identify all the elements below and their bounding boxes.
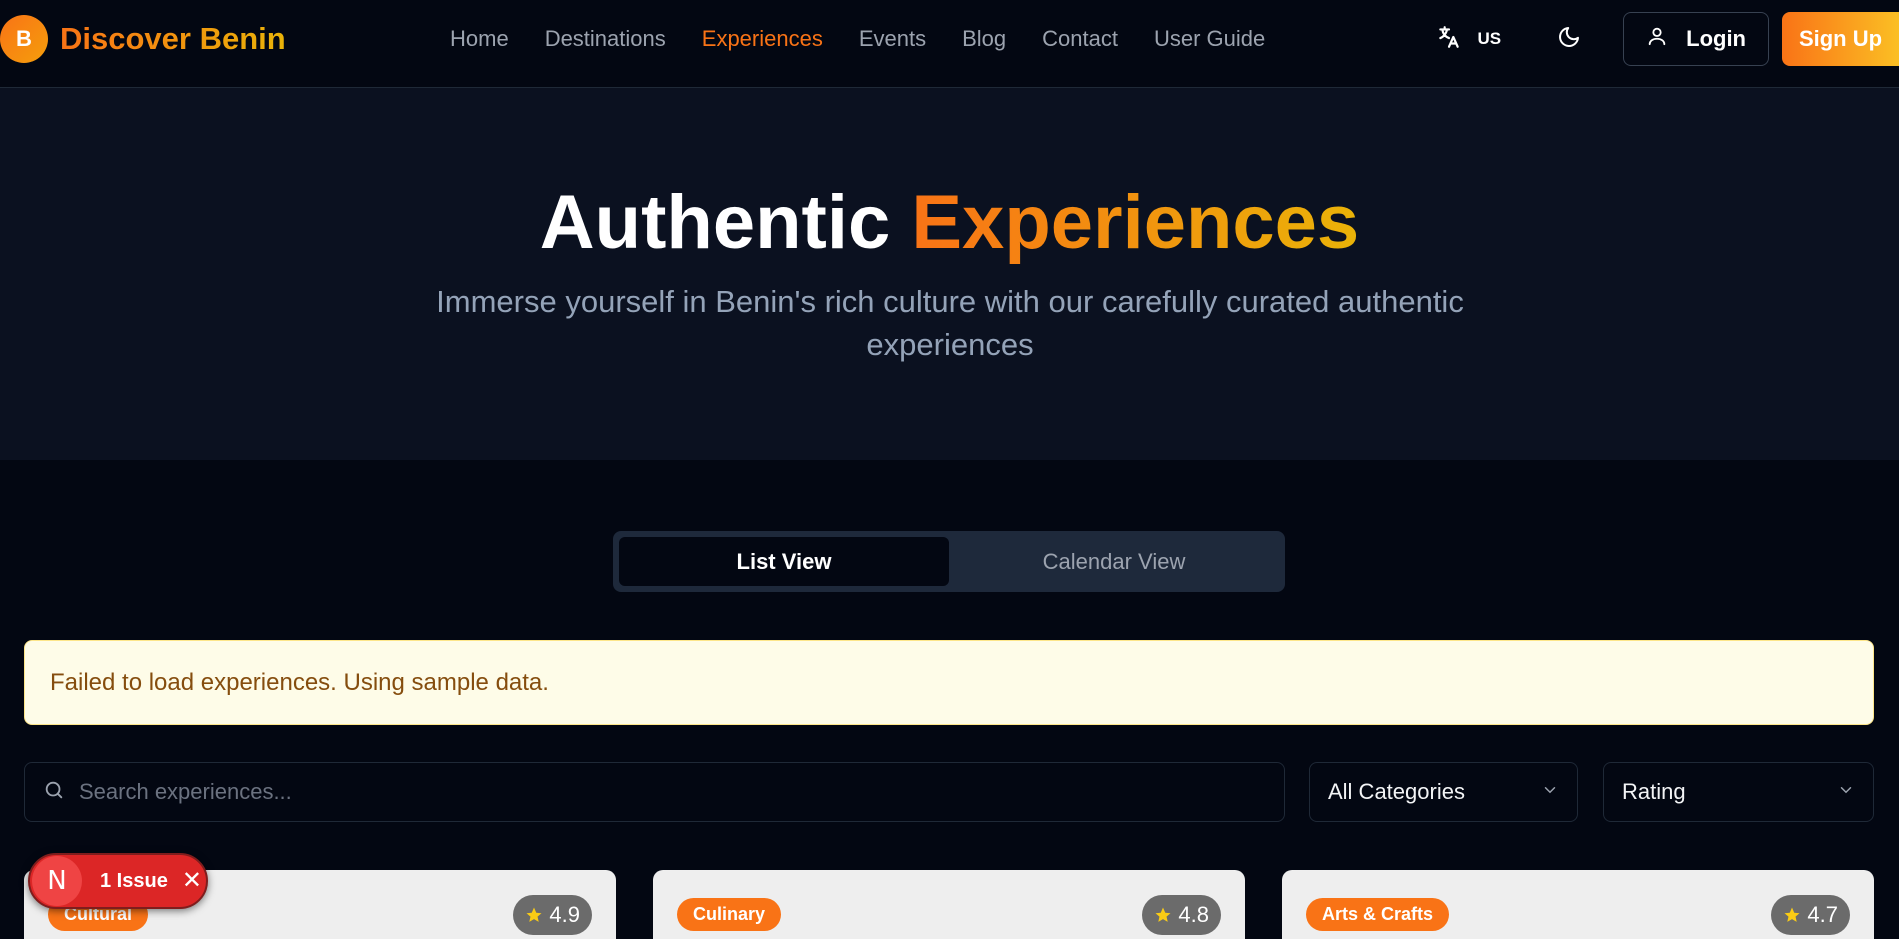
rating-value: 4.8 (1178, 902, 1209, 927)
load-error-alert: Failed to load experiences. Using sample… (24, 640, 1874, 725)
rating-badge: 4.7 (1771, 895, 1850, 935)
view-toggle: List View Calendar View (613, 531, 1285, 592)
page-title: Authentic Experiences (0, 178, 1899, 268)
nav-events[interactable]: Events (859, 24, 926, 54)
experience-card[interactable]: Culinary 4.8 (653, 870, 1245, 939)
search-box (24, 762, 1285, 822)
experience-card[interactable]: Arts & Crafts 4.7 (1282, 870, 1874, 939)
rating-badge: 4.8 (1142, 895, 1221, 935)
issue-count: 1 Issue (100, 869, 168, 892)
main-nav: Home Destinations Experiences Events Blo… (450, 24, 1301, 54)
title-plain: Authentic (539, 180, 891, 265)
user-icon (1646, 25, 1686, 53)
nav-actions: US Login Sign Up (1436, 12, 1899, 66)
chevron-down-icon (1541, 779, 1559, 805)
login-label: Login (1686, 26, 1746, 51)
search-icon (43, 779, 65, 806)
nav-blog[interactable]: Blog (962, 24, 1006, 54)
star-icon (1155, 907, 1171, 922)
nav-user-guide[interactable]: User Guide (1154, 24, 1265, 54)
nav-contact[interactable]: Contact (1042, 24, 1118, 54)
issues-indicator[interactable]: N 1 Issue ✕ (28, 853, 208, 909)
nav-destinations[interactable]: Destinations (545, 24, 666, 54)
hero-section: Authentic Experiences Immerse yourself i… (0, 88, 1899, 460)
theme-toggle-button[interactable] (1549, 19, 1589, 59)
rating-badge: 4.9 (513, 895, 592, 935)
login-button[interactable]: Login (1623, 12, 1769, 66)
star-icon (526, 907, 542, 922)
brand-name: Discover Benin (60, 21, 286, 56)
category-badge: Arts & Crafts (1306, 898, 1450, 931)
list-view-tab[interactable]: List View (619, 537, 949, 586)
language-code: US (1477, 29, 1502, 48)
nextjs-logo-icon: N (32, 856, 82, 906)
sort-value: Rating (1622, 779, 1686, 804)
close-icon[interactable]: ✕ (182, 869, 202, 893)
brand-logo: B (0, 15, 48, 63)
category-select[interactable]: All Categories (1309, 762, 1578, 822)
calendar-view-tab[interactable]: Calendar View (949, 537, 1279, 586)
top-navbar: B Discover Benin Home Destinations Exper… (0, 0, 1899, 88)
translate-icon (1436, 24, 1462, 55)
hero-subtitle: Immerse yourself in Benin's rich culture… (436, 284, 1464, 362)
language-switcher[interactable]: US (1436, 24, 1502, 55)
chevron-down-icon (1837, 779, 1855, 805)
sort-select[interactable]: Rating (1603, 762, 1874, 822)
title-accent: Experiences (911, 180, 1360, 265)
brand-link[interactable]: B Discover Benin (0, 15, 286, 63)
nav-home[interactable]: Home (450, 24, 509, 54)
star-icon (1784, 907, 1800, 922)
rating-value: 4.9 (549, 902, 580, 927)
signup-button[interactable]: Sign Up (1782, 12, 1899, 66)
category-value: All Categories (1328, 779, 1465, 804)
search-input[interactable] (79, 779, 1229, 805)
category-badge: Culinary (677, 898, 782, 931)
moon-icon (1557, 25, 1581, 54)
nav-experiences[interactable]: Experiences (702, 24, 823, 54)
rating-value: 4.7 (1807, 902, 1838, 927)
